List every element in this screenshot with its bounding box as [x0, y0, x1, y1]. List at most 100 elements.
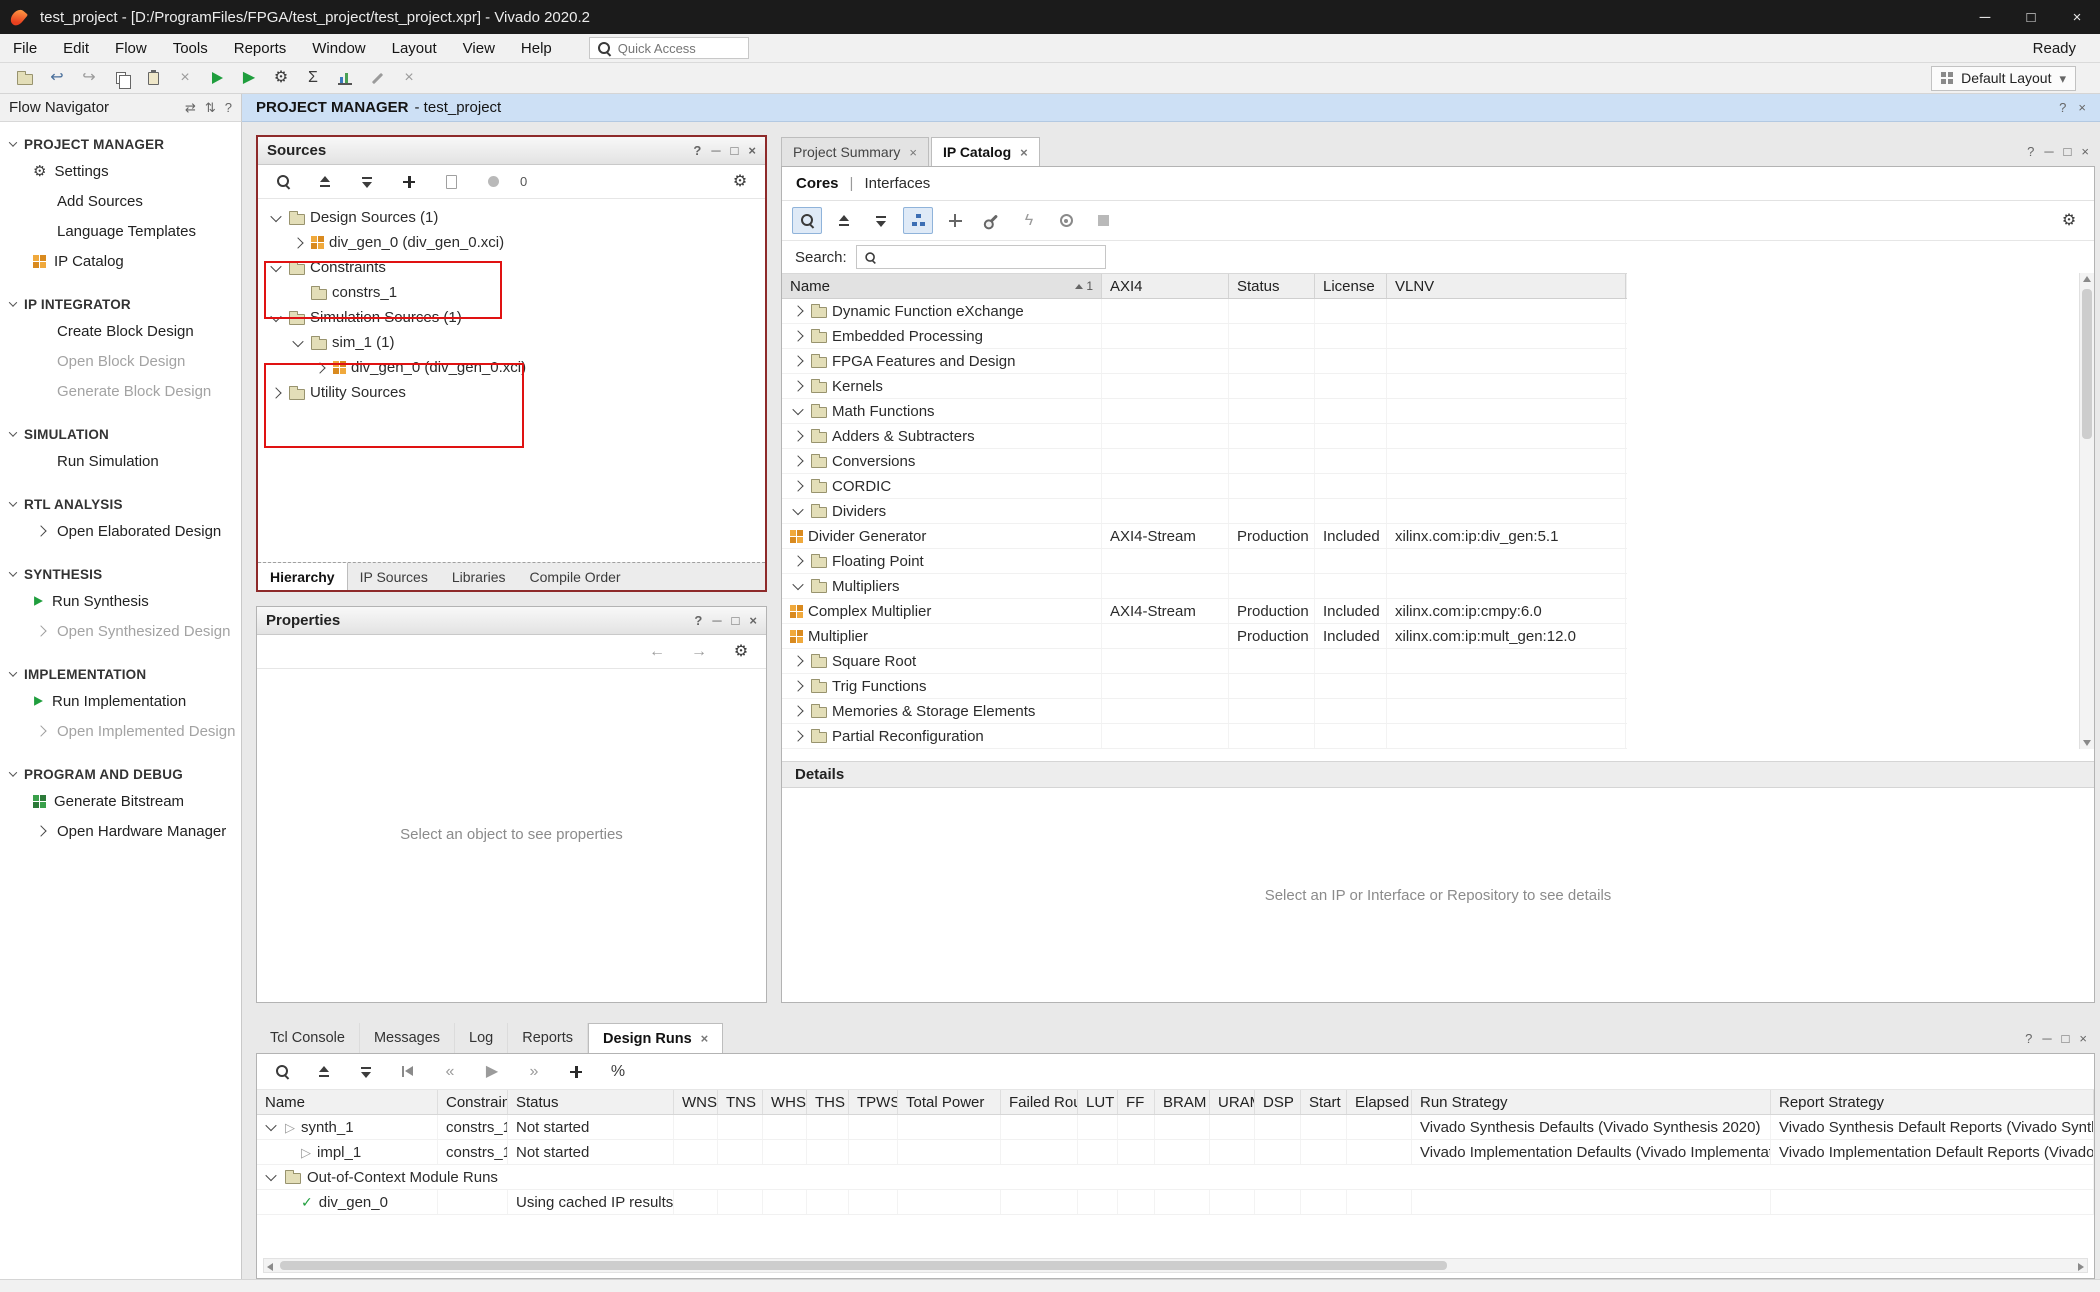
run-steps-button[interactable]: ▶	[234, 65, 264, 92]
float-icon[interactable]: □	[2062, 1032, 2070, 1045]
chevron-down-icon[interactable]	[290, 335, 306, 351]
column-header[interactable]: Run Strategy	[1412, 1090, 1771, 1114]
tab-ip-sources[interactable]: IP Sources	[348, 563, 440, 590]
nav-section-header[interactable]: PROJECT MANAGER	[0, 132, 241, 156]
chevron-right-icon[interactable]	[268, 385, 284, 401]
column-header[interactable]: TPWS	[849, 1090, 898, 1114]
chevron-down-icon[interactable]	[790, 578, 806, 594]
nav-item-generate-block-design[interactable]: Generate Block Design	[0, 376, 241, 406]
float-icon[interactable]: □	[2064, 145, 2072, 158]
column-header[interactable]: WHS	[763, 1090, 807, 1114]
chevron-down-icon[interactable]	[790, 503, 806, 519]
tree-row-constraints[interactable]: Constraints	[258, 255, 765, 280]
nav-item-run-synthesis[interactable]: Run Synthesis	[0, 586, 241, 616]
column-header-license[interactable]: License	[1315, 274, 1387, 298]
sources-panel-header[interactable]: Sources ? ─ □ ×	[258, 137, 765, 165]
ip-row[interactable]: Embedded Processing	[782, 324, 1627, 349]
quick-access-input[interactable]	[618, 41, 741, 56]
close-icon[interactable]: ×	[748, 144, 756, 157]
minimize-icon[interactable]: ─	[711, 144, 720, 157]
menu-edit[interactable]: Edit	[50, 34, 102, 62]
column-header[interactable]: FF	[1118, 1090, 1155, 1114]
ip-row-divider-generator[interactable]: Divider GeneratorAXI4-StreamProductionIn…	[782, 524, 1627, 549]
tree-row-div-gen-sim[interactable]: div_gen_0 (div_gen_0.xci)	[258, 355, 765, 380]
paste-button[interactable]	[138, 65, 168, 92]
chevron-right-icon[interactable]	[790, 378, 806, 394]
expand-all-button[interactable]	[351, 1058, 381, 1085]
report-summary-button[interactable]: Σ	[298, 65, 328, 92]
help-icon[interactable]: ?	[693, 144, 701, 157]
column-header[interactable]: Report Strategy	[1771, 1090, 2094, 1114]
group-by-category-button[interactable]	[903, 207, 933, 234]
minimize-icon[interactable]: ─	[2042, 1032, 2051, 1045]
create-runs-button[interactable]	[561, 1058, 591, 1085]
scroll-up-icon[interactable]	[2083, 276, 2091, 282]
column-header-vlnv[interactable]: VLNV	[1387, 274, 1626, 298]
chevron-right-icon[interactable]	[790, 353, 806, 369]
scrollbar-thumb[interactable]	[280, 1261, 1447, 1270]
report-chart-button[interactable]	[330, 65, 360, 92]
chevron-down-icon[interactable]	[263, 1119, 279, 1135]
ip-row[interactable]: Floating Point	[782, 549, 1627, 574]
ip-row[interactable]: CORDIC	[782, 474, 1627, 499]
chevron-down-icon[interactable]	[268, 310, 284, 326]
chevron-right-icon[interactable]	[790, 478, 806, 494]
ip-row[interactable]: Multipliers	[782, 574, 1627, 599]
ip-row[interactable]: Conversions	[782, 449, 1627, 474]
chevron-down-icon[interactable]	[790, 403, 806, 419]
subtab-cores[interactable]: Cores	[796, 175, 839, 192]
ip-row[interactable]: Kernels	[782, 374, 1627, 399]
tree-row-sim-1[interactable]: sim_1 (1)	[258, 330, 765, 355]
dismiss-button[interactable]: ×	[394, 65, 424, 92]
column-header[interactable]: Status	[508, 1090, 674, 1114]
percent-button[interactable]: %	[603, 1058, 633, 1085]
nav-item-open-elaborated-design[interactable]: Open Elaborated Design	[0, 516, 241, 546]
menu-layout[interactable]: Layout	[379, 34, 450, 62]
ip-row[interactable]: Trig Functions	[782, 674, 1627, 699]
column-header-axi4[interactable]: AXI4	[1102, 274, 1229, 298]
chevron-right-icon[interactable]	[790, 553, 806, 569]
help-icon[interactable]: ?	[225, 101, 232, 114]
filter-status-button[interactable]	[478, 168, 508, 195]
chevron-right-icon[interactable]	[790, 653, 806, 669]
close-tab-icon[interactable]: ×	[909, 145, 917, 160]
chevron-right-icon[interactable]	[790, 428, 806, 444]
chevron-right-icon[interactable]	[790, 328, 806, 344]
column-header[interactable]: Start	[1301, 1090, 1347, 1114]
launch-runs-button[interactable]: ▶	[477, 1058, 507, 1085]
tab-hierarchy[interactable]: Hierarchy	[258, 563, 348, 590]
column-header[interactable]: URAM	[1210, 1090, 1255, 1114]
column-header[interactable]: WNS	[674, 1090, 718, 1114]
nav-section-header[interactable]: PROGRAM AND DEBUG	[0, 762, 241, 786]
forward-button[interactable]: →	[684, 638, 714, 665]
tab-log[interactable]: Log	[455, 1023, 508, 1053]
menu-tools[interactable]: Tools	[160, 34, 221, 62]
redo-button[interactable]: ↪	[74, 65, 104, 92]
minimize-button[interactable]: ─	[1962, 0, 2008, 34]
chevron-right-icon[interactable]	[33, 823, 49, 839]
collapse-all-button[interactable]	[829, 207, 859, 234]
ip-row[interactable]: Partial Reconfiguration	[782, 724, 1627, 749]
nav-item-open-synthesized-design[interactable]: Open Synthesized Design	[0, 616, 241, 646]
delete-button[interactable]: ×	[170, 65, 200, 92]
help-icon[interactable]: ?	[2025, 1032, 2032, 1045]
ip-row[interactable]: FPGA Features and Design	[782, 349, 1627, 374]
maximize-button[interactable]: □	[2008, 0, 2054, 34]
chevron-right-icon[interactable]	[33, 623, 49, 639]
properties-settings-button[interactable]: ⚙	[726, 638, 756, 665]
ip-row[interactable]: Dynamic Function eXchange	[782, 299, 1627, 324]
column-header[interactable]: Failed Routes	[1001, 1090, 1078, 1114]
chevron-right-icon[interactable]	[790, 678, 806, 694]
chevron-down-icon[interactable]	[263, 1169, 279, 1185]
target-button[interactable]	[1051, 207, 1081, 234]
chevron-right-icon[interactable]	[33, 723, 49, 739]
stop-button[interactable]	[1088, 207, 1118, 234]
nav-item-run-simulation[interactable]: Run Simulation	[0, 446, 241, 476]
nav-item-run-implementation[interactable]: Run Implementation	[0, 686, 241, 716]
quick-access-box[interactable]	[589, 37, 749, 59]
tree-row-div-gen[interactable]: div_gen_0 (div_gen_0.xci)	[258, 230, 765, 255]
search-button[interactable]	[267, 1058, 297, 1085]
close-icon[interactable]: ×	[2078, 101, 2086, 114]
help-icon[interactable]: ?	[694, 614, 702, 627]
menu-file[interactable]: File	[0, 34, 50, 62]
